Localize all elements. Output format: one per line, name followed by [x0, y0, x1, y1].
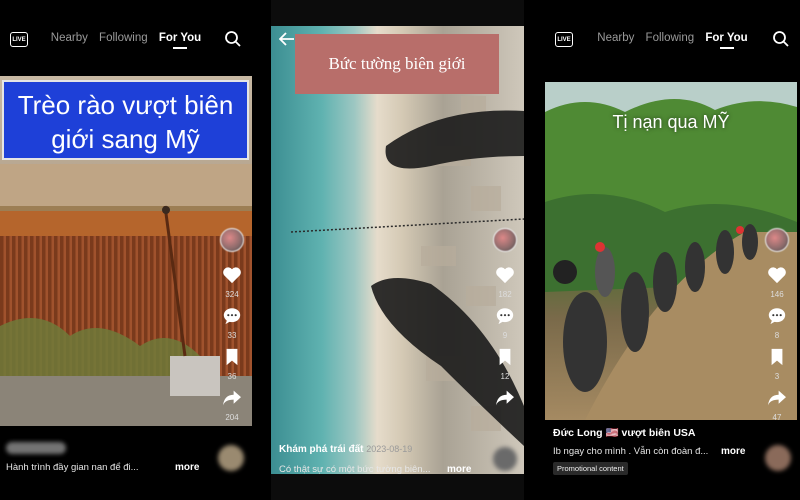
bookmark-icon [499, 348, 511, 366]
heart-icon [223, 267, 241, 284]
share-count: 47 [772, 413, 782, 422]
comment-icon [496, 308, 514, 325]
comment-button[interactable]: 9 [493, 307, 517, 340]
sound-disc[interactable] [218, 445, 244, 471]
comment-count: 33 [227, 331, 237, 340]
top-nav: LIVE Nearby Following For You [0, 28, 252, 54]
tab-nearby[interactable]: Nearby [51, 32, 88, 44]
overlay-title: Trèo rào vượt biên giới sang Mỹ [2, 80, 249, 160]
sound-disc[interactable] [765, 445, 791, 471]
author-name-blurred[interactable] [6, 442, 66, 454]
heart-icon [768, 267, 786, 284]
top-nav: LIVE Nearby Following For You [545, 28, 800, 54]
video-frame[interactable]: Tị nạn qua MỸ [545, 82, 797, 420]
creator-avatar[interactable] [493, 228, 517, 252]
share-count: 204 [225, 413, 239, 422]
share-icon [496, 390, 514, 406]
tab-for-you[interactable]: For You [159, 32, 201, 49]
like-count: 146 [770, 290, 784, 299]
save-count: 12 [500, 372, 510, 381]
back-arrow-icon[interactable] [279, 32, 295, 46]
video-frame[interactable]: Trèo rào vượt biên giới sang Mỹ [0, 76, 252, 426]
video-panel-2[interactable]: Bức tường biên giới 182 9 12 Khám phá tr… [271, 0, 524, 500]
tab-following[interactable]: Following [99, 32, 148, 44]
share-icon [223, 390, 241, 406]
search-icon[interactable] [224, 30, 242, 48]
bookmark-icon [226, 348, 238, 366]
video-caption: Có thật sự có một bức tường biên... [279, 464, 431, 475]
search-icon[interactable] [772, 30, 790, 48]
comment-icon [768, 308, 786, 325]
post-date: 2023-08-19 [366, 444, 413, 454]
overlay-title: Tị nạn qua MỸ [612, 112, 730, 132]
comment-button[interactable]: 8 [765, 307, 789, 340]
more-link[interactable]: more [721, 446, 745, 457]
overlay-title: Bức tường biên giới [295, 34, 499, 94]
tab-following[interactable]: Following [646, 32, 695, 44]
share-button[interactable] [493, 389, 517, 412]
like-count: 182 [498, 290, 512, 299]
more-link[interactable]: more [175, 462, 199, 473]
save-button[interactable]: 12 [493, 348, 517, 381]
creator-avatar[interactable] [765, 228, 789, 252]
share-icon [768, 390, 786, 406]
save-button[interactable]: 3 [765, 348, 789, 381]
comment-icon [223, 308, 241, 325]
author-name[interactable]: Đức Long 🇺🇸 vượt biên USA [553, 426, 696, 439]
like-count: 324 [225, 290, 239, 299]
bookmark-icon [771, 348, 783, 366]
save-button[interactable]: 36 [220, 348, 244, 381]
video-caption: Ib ngay cho mình . Vẫn còn đoàn đ... [553, 446, 709, 457]
save-count: 36 [227, 372, 237, 381]
tab-for-you[interactable]: For You [705, 32, 748, 49]
save-count: 3 [774, 372, 780, 381]
creator-avatar[interactable] [220, 228, 244, 252]
comment-button[interactable]: 33 [220, 307, 244, 340]
like-button[interactable]: 182 [493, 266, 517, 299]
like-button[interactable]: 324 [220, 266, 244, 299]
promotional-badge: Promotional content [553, 462, 628, 475]
more-link[interactable]: more [447, 464, 471, 475]
video-frame[interactable]: Bức tường biên giới [271, 26, 524, 474]
tab-nearby[interactable]: Nearby [597, 32, 634, 44]
sound-disc[interactable] [493, 447, 517, 471]
share-button[interactable]: 47 [765, 389, 789, 422]
like-button[interactable]: 146 [765, 266, 789, 299]
heart-icon [496, 267, 514, 284]
comment-count: 8 [774, 331, 780, 340]
video-caption: Hành trình đầy gian nan để đi... [6, 462, 139, 473]
video-panel-3[interactable]: LIVE Nearby Following For You Tị nạn qua… [545, 0, 800, 500]
video-panel-1[interactable]: LIVE Nearby Following For You Trèo rào v… [0, 0, 252, 500]
comment-count: 9 [502, 331, 508, 340]
author-name[interactable]: Khám phá trái đất 2023-08-19 [279, 444, 412, 455]
share-button[interactable]: 204 [220, 389, 244, 422]
